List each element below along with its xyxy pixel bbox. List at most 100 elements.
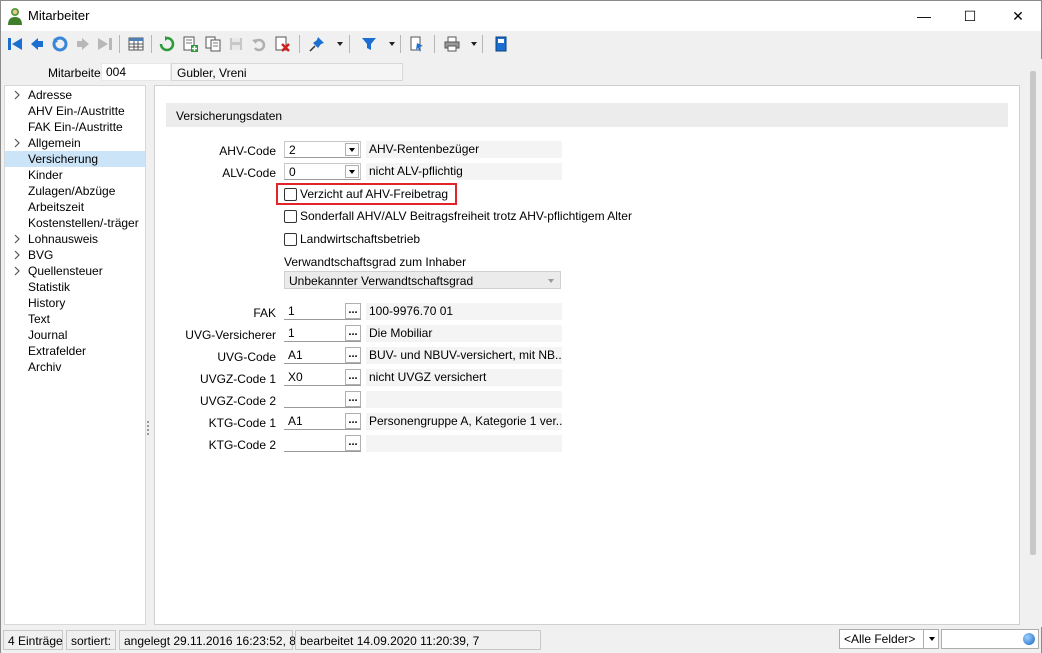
sidebar-item-label: Allgemein	[28, 136, 81, 150]
next-record-icon[interactable]	[73, 34, 93, 54]
sidebar-item[interactable]: History	[5, 295, 145, 311]
checkbox-label: Landwirtschaftsbetrieb	[300, 232, 421, 246]
vertical-scrollbar[interactable]	[1026, 59, 1042, 627]
pin-dropdown-icon[interactable]	[337, 42, 343, 46]
checkbox-sonderfall[interactable]: Sonderfall AHV/ALV Beitragsfreiheit trot…	[284, 208, 632, 224]
toolbar-separator	[434, 35, 435, 53]
globe-icon[interactable]	[1023, 633, 1035, 645]
maximize-button[interactable]: ☐	[947, 1, 993, 31]
lookup-button[interactable]: ...	[345, 369, 361, 385]
chevron-right-icon[interactable]	[12, 138, 22, 148]
undo-icon[interactable]	[50, 34, 70, 54]
code-field-input[interactable]: 1...	[284, 303, 361, 320]
lookup-button[interactable]: ...	[345, 303, 361, 319]
sidebar-item[interactable]: Kostenstellen/-träger	[5, 215, 145, 231]
sidebar-item-label: History	[28, 296, 66, 310]
sidebar-item[interactable]: Lohnausweis	[5, 231, 145, 247]
code-field-input[interactable]: ...	[284, 435, 361, 452]
code-field-input[interactable]: ...	[284, 391, 361, 408]
alv-code-select[interactable]: 0	[284, 163, 361, 180]
chevron-right-icon[interactable]	[12, 266, 22, 276]
sidebar-item[interactable]: Zulagen/Abzüge	[5, 183, 145, 199]
delete-icon[interactable]	[272, 34, 292, 54]
last-record-icon[interactable]	[95, 34, 115, 54]
chevron-down-icon	[548, 279, 554, 283]
ahv-code-value: 2	[289, 143, 296, 157]
checkbox-box[interactable]	[284, 209, 297, 223]
checkbox-box[interactable]	[284, 232, 297, 246]
new-record-icon[interactable]	[180, 34, 200, 54]
lookup-button[interactable]: ...	[345, 391, 361, 407]
table-view-icon[interactable]	[126, 34, 146, 54]
code-field-description: BUV- und NBUV-versichert, mit NB...	[366, 347, 562, 364]
bookmark-icon[interactable]	[491, 34, 511, 54]
code-field-input[interactable]: A1...	[284, 413, 361, 430]
filter-dropdown-icon[interactable]	[389, 42, 395, 46]
code-field-input[interactable]: A1...	[284, 347, 361, 364]
sidebar-item[interactable]: Kinder	[5, 167, 145, 183]
chevron-down-icon[interactable]	[345, 143, 359, 156]
splitter-handle[interactable]	[147, 421, 149, 435]
sidebar-item[interactable]: Archiv	[5, 359, 145, 375]
toolbar	[1, 31, 1041, 58]
code-field-value: 1	[288, 326, 295, 340]
sidebar-nav: Adresse AHV Ein-/Austritte FAK Ein-/Austri…	[4, 85, 146, 625]
chevron-down-icon[interactable]	[923, 630, 939, 648]
code-field-label: KTG-Code 1	[208, 416, 276, 430]
print-dropdown-icon[interactable]	[471, 42, 477, 46]
lookup-button[interactable]: ...	[345, 413, 361, 429]
filter-icon[interactable]	[359, 34, 379, 54]
sidebar-item[interactable]: Allgemein	[5, 135, 145, 151]
sidebar-item[interactable]: Versicherung	[5, 151, 145, 167]
employee-number-field[interactable]: 004	[101, 63, 171, 81]
ahv-code-label: AHV-Code	[219, 144, 276, 158]
save-icon[interactable]	[226, 34, 246, 54]
sidebar-item[interactable]: FAK Ein-/Austritte	[5, 119, 145, 135]
person-icon	[8, 8, 22, 25]
chevron-down-icon[interactable]	[345, 165, 359, 178]
print-icon[interactable]	[442, 34, 462, 54]
code-field-description	[366, 435, 562, 452]
code-field-description: 100-9976.70 01	[366, 303, 562, 320]
maximize-icon: ☐	[963, 7, 977, 24]
sidebar-item[interactable]: AHV Ein-/Austritte	[5, 103, 145, 119]
sidebar-item-label: Arbeitszeit	[28, 200, 85, 214]
export-icon[interactable]	[407, 34, 427, 54]
pin-icon[interactable]	[307, 34, 327, 54]
sidebar-item[interactable]: Statistik	[5, 279, 145, 295]
sidebar-item-label: Text	[28, 312, 51, 326]
status-edited: bearbeitet 14.09.2020 11:20:39, 7	[295, 630, 541, 650]
checkbox-label: Sonderfall AHV/ALV Beitragsfreiheit trot…	[300, 209, 632, 223]
sidebar-item-label: Lohnausweis	[28, 232, 99, 246]
window-title: Mitarbeiter	[28, 8, 90, 23]
sidebar-item[interactable]: Arbeitszeit	[5, 199, 145, 215]
search-input[interactable]	[941, 629, 1039, 649]
chevron-right-icon[interactable]	[12, 90, 22, 100]
scrollbar-thumb[interactable]	[1030, 71, 1036, 555]
refresh-icon[interactable]	[157, 34, 177, 54]
checkbox-landwirtschaft[interactable]: Landwirtschaftsbetrieb	[284, 231, 420, 247]
prev-record-icon[interactable]	[27, 34, 47, 54]
close-button[interactable]: ✕	[995, 1, 1041, 31]
copy-record-icon[interactable]	[203, 34, 223, 54]
lookup-button[interactable]: ...	[345, 347, 361, 363]
relation-select[interactable]: Unbekannter Verwandtschaftsgrad	[284, 271, 561, 289]
sidebar-item[interactable]: Quellensteuer	[5, 263, 145, 279]
code-field-value: A1	[288, 414, 303, 428]
code-field-input[interactable]: X0...	[284, 369, 361, 386]
ahv-code-select[interactable]: 2	[284, 141, 361, 158]
sidebar-item[interactable]: BVG	[5, 247, 145, 263]
sidebar-item[interactable]: Text	[5, 311, 145, 327]
code-field-label: UVGZ-Code 1	[199, 372, 276, 386]
lookup-button[interactable]: ...	[345, 435, 361, 451]
minimize-button[interactable]: —	[901, 1, 947, 31]
sidebar-item[interactable]: Journal	[5, 327, 145, 343]
lookup-button[interactable]: ...	[345, 325, 361, 341]
first-record-icon[interactable]	[5, 34, 25, 54]
chevron-right-icon[interactable]	[12, 250, 22, 260]
revert-icon[interactable]	[249, 34, 269, 54]
code-field-input[interactable]: 1...	[284, 325, 361, 342]
sidebar-item[interactable]: Extrafelder	[5, 343, 145, 359]
chevron-right-icon[interactable]	[12, 234, 22, 244]
sidebar-item[interactable]: Adresse	[5, 87, 145, 103]
